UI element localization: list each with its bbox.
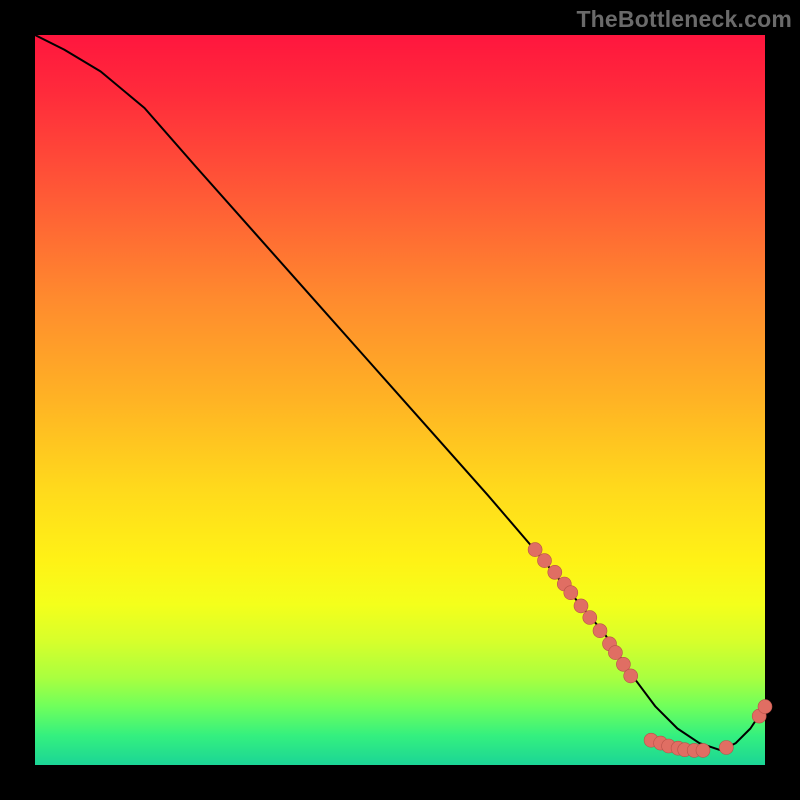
data-point: [608, 646, 622, 660]
data-point: [593, 624, 607, 638]
plot-area: [35, 35, 765, 765]
watermark-text: TheBottleneck.com: [576, 6, 792, 33]
data-point: [564, 586, 578, 600]
data-point: [719, 741, 733, 755]
data-point: [696, 743, 710, 757]
data-point: [758, 700, 772, 714]
curve-line: [35, 35, 765, 750]
data-point: [548, 565, 562, 579]
data-point: [624, 669, 638, 683]
data-point: [583, 611, 597, 625]
data-point: [574, 599, 588, 613]
data-points: [528, 543, 772, 758]
data-point: [538, 554, 552, 568]
chart-frame: TheBottleneck.com: [0, 0, 800, 800]
data-point: [528, 543, 542, 557]
chart-svg: [35, 35, 765, 765]
